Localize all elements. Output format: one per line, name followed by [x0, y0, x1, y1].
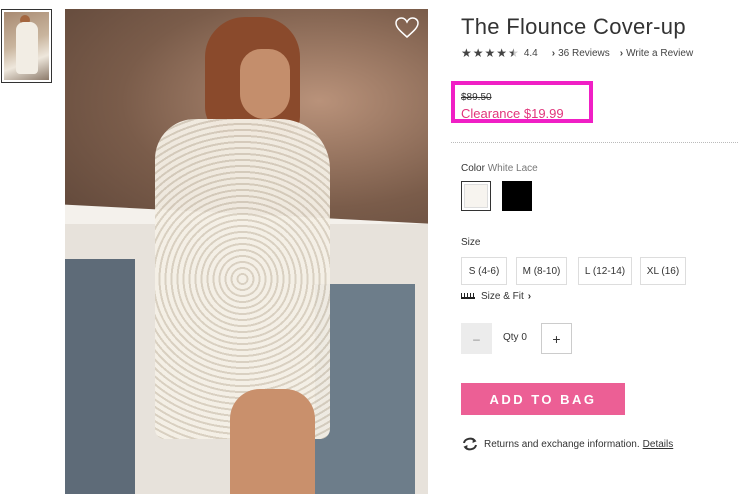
color-label-text: Color: [461, 163, 485, 174]
star-icon: ★: [496, 46, 508, 60]
half-star-icon: ★: [508, 46, 519, 60]
size-fit-link[interactable]: Size & Fit ›: [461, 291, 531, 302]
chevron-right-icon: ›: [619, 47, 624, 59]
heart-icon[interactable]: [395, 17, 419, 39]
star-rating: ★ ★ ★ ★ ★: [461, 46, 519, 60]
product-main-image: [65, 9, 428, 494]
quantity-display: Qty 0: [503, 332, 527, 343]
reviews-link[interactable]: 36 Reviews: [558, 48, 610, 59]
thumbnail-image: [4, 12, 49, 80]
ruler-icon: [461, 292, 475, 299]
divider: [451, 142, 738, 143]
returns-details-link[interactable]: Details: [643, 439, 674, 450]
add-to-bag-button[interactable]: ADD TO BAG: [461, 383, 625, 415]
star-icon: ★: [472, 46, 484, 60]
star-icon: ★: [484, 46, 496, 60]
product-title: The Flounce Cover-up: [461, 14, 686, 39]
clearance-price: Clearance $19.99: [461, 106, 564, 121]
size-option-xl[interactable]: XL (16): [640, 257, 686, 285]
size-option-m[interactable]: M (8-10): [516, 257, 567, 285]
size-option-s[interactable]: S (4-6): [461, 257, 507, 285]
size-fit-label: Size & Fit: [481, 291, 524, 302]
quantity-label: Qty: [503, 332, 519, 343]
quantity-value: 0: [521, 332, 527, 343]
refresh-icon: [463, 437, 477, 451]
swatch-black[interactable]: [502, 181, 532, 211]
size-label: Size: [461, 237, 481, 248]
chevron-right-icon: ›: [527, 291, 532, 302]
product-thumbnail[interactable]: [1, 9, 52, 83]
swatch-white-lace[interactable]: [461, 181, 491, 211]
rating-value: 4.4: [523, 47, 538, 59]
rating-row: ★ ★ ★ ★ ★ 4.4 › 36 Reviews › Write a Rev…: [461, 46, 693, 60]
returns-info: Returns and exchange information. Detail…: [461, 437, 673, 451]
quantity-increase-button[interactable]: +: [541, 323, 572, 354]
chevron-right-icon: ›: [551, 47, 556, 59]
returns-text: Returns and exchange information.: [484, 438, 640, 450]
quantity-decrease-button[interactable]: –: [461, 323, 492, 354]
selected-color-value: White Lace: [487, 163, 538, 174]
size-option-l[interactable]: L (12-14): [578, 257, 632, 285]
write-review-link[interactable]: Write a Review: [626, 48, 693, 59]
star-icon: ★: [461, 46, 472, 60]
color-label: Color White Lace: [461, 163, 538, 174]
original-price: $89.50: [461, 92, 492, 103]
